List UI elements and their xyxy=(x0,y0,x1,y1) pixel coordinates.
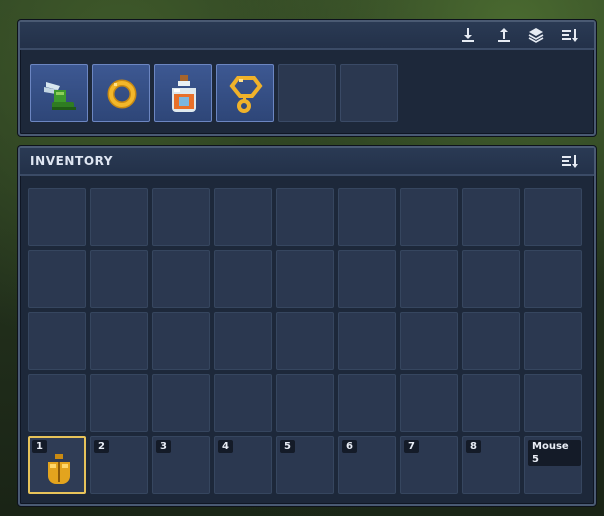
inventory-slot[interactable] xyxy=(462,374,520,432)
inventory-slot[interactable] xyxy=(524,250,582,308)
inventory-slot[interactable] xyxy=(214,374,272,432)
winged-boots-icon xyxy=(44,82,76,110)
inventory-slot[interactable] xyxy=(214,188,272,246)
inventory-slot[interactable] xyxy=(152,374,210,432)
inventory-slot[interactable] xyxy=(338,312,396,370)
hotbar-key-label: Mouse 5 xyxy=(528,440,581,466)
inventory-slot[interactable] xyxy=(276,188,334,246)
inventory-slot[interactable] xyxy=(90,374,148,432)
layers-icon[interactable] xyxy=(526,26,546,44)
inventory-slot[interactable] xyxy=(276,250,334,308)
hotbar-slot-4[interactable]: 4 xyxy=(214,436,272,494)
inventory-slot[interactable] xyxy=(276,312,334,370)
inventory-slot[interactable] xyxy=(338,188,396,246)
inventory-slot[interactable] xyxy=(276,374,334,432)
inventory-slot[interactable] xyxy=(524,374,582,432)
inventory-slot[interactable] xyxy=(90,188,148,246)
inventory-slot[interactable] xyxy=(400,188,458,246)
golden-scarab-icon xyxy=(48,454,70,484)
hotbar-key-label: 8 xyxy=(466,440,481,453)
hotbar-key-label: 4 xyxy=(218,440,233,453)
hotbar-slot-8[interactable]: 8 xyxy=(462,436,520,494)
equipment-panel xyxy=(18,20,596,136)
inventory-slot[interactable] xyxy=(338,250,396,308)
inventory-slot[interactable] xyxy=(338,374,396,432)
inventory-panel: INVENTORY 1 2 3 4 5 6 7 8 Mouse 5 xyxy=(18,146,596,506)
inventory-slot[interactable] xyxy=(28,188,86,246)
hotbar-slot-5[interactable]: 5 xyxy=(276,436,334,494)
upload-icon[interactable] xyxy=(494,26,514,44)
inventory-slot[interactable] xyxy=(462,188,520,246)
hotbar-slot-3[interactable]: 3 xyxy=(152,436,210,494)
inventory-slot[interactable] xyxy=(214,250,272,308)
hotbar-slot-2[interactable]: 2 xyxy=(90,436,148,494)
inventory-slot[interactable] xyxy=(28,250,86,308)
inventory-header: INVENTORY xyxy=(20,148,594,176)
equipment-slot[interactable] xyxy=(30,64,88,122)
equipment-panel-header xyxy=(20,22,594,50)
hotbar-slot-1[interactable]: 1 xyxy=(28,436,86,494)
sort-icon[interactable] xyxy=(560,152,580,170)
inventory-slot[interactable] xyxy=(214,312,272,370)
hotbar-key-label: 5 xyxy=(280,440,295,453)
hotbar-slot-7[interactable]: 7 xyxy=(400,436,458,494)
inventory-grid: 1 2 3 4 5 6 7 8 Mouse 5 xyxy=(28,188,584,494)
inventory-slot[interactable] xyxy=(524,312,582,370)
inventory-slot[interactable] xyxy=(152,312,210,370)
inventory-slot[interactable] xyxy=(28,374,86,432)
hotbar-key-label: 6 xyxy=(342,440,357,453)
hotbar-key-label: 2 xyxy=(94,440,109,453)
equipment-slot[interactable] xyxy=(278,64,336,122)
inventory-slot[interactable] xyxy=(400,312,458,370)
inventory-slot[interactable] xyxy=(524,188,582,246)
equipment-slot[interactable] xyxy=(92,64,150,122)
download-icon[interactable] xyxy=(458,26,478,44)
inventory-slot[interactable] xyxy=(90,250,148,308)
inventory-slot[interactable] xyxy=(152,250,210,308)
gold-ring-icon xyxy=(107,79,137,109)
hotbar-slot-6[interactable]: 6 xyxy=(338,436,396,494)
inventory-slot[interactable] xyxy=(462,312,520,370)
inventory-slot[interactable] xyxy=(90,312,148,370)
inventory-slot[interactable] xyxy=(462,250,520,308)
potion-icon xyxy=(172,75,196,112)
hotbar-key-label: 3 xyxy=(156,440,171,453)
equipment-slot[interactable] xyxy=(216,64,274,122)
inventory-title: INVENTORY xyxy=(30,154,114,168)
hotbar-slot-mouse-5[interactable]: Mouse 5 xyxy=(524,436,582,494)
inventory-slot[interactable] xyxy=(28,312,86,370)
equipment-slot[interactable] xyxy=(340,64,398,122)
inventory-slot[interactable] xyxy=(400,250,458,308)
inventory-slot[interactable] xyxy=(152,188,210,246)
inventory-slot[interactable] xyxy=(400,374,458,432)
sort-icon[interactable] xyxy=(560,26,580,44)
gold-amulet-icon xyxy=(229,76,263,113)
equipment-slot[interactable] xyxy=(154,64,212,122)
hotbar-key-label: 7 xyxy=(404,440,419,453)
